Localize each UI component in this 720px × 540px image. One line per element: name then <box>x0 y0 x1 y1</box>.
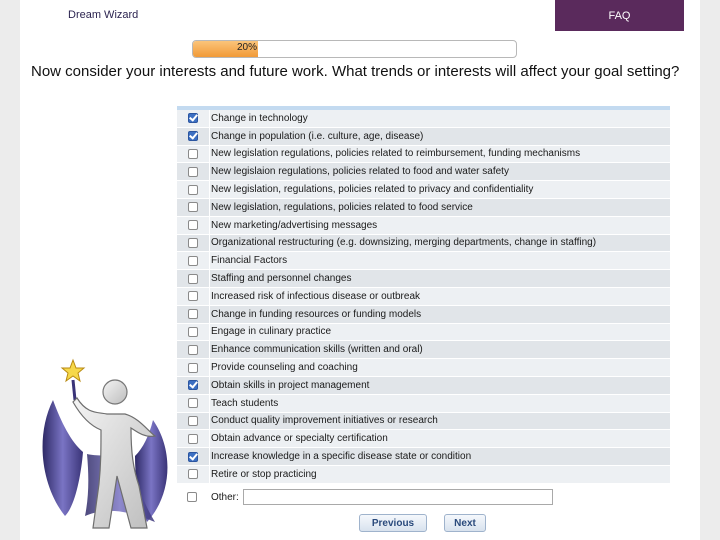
option-label: Change in population (i.e. culture, age,… <box>211 130 424 142</box>
option-label: Increased risk of infectious disease or … <box>211 290 420 302</box>
option-checkbox[interactable] <box>188 451 198 462</box>
checkbox-cell <box>177 181 210 198</box>
option-label: Organizational restructuring (e.g. downs… <box>211 237 597 249</box>
option-row[interactable]: New legislation regulations, policies re… <box>177 145 670 164</box>
option-checkbox[interactable] <box>188 184 198 195</box>
option-checkbox[interactable] <box>188 148 198 159</box>
wizard-figure-icon <box>42 358 168 529</box>
option-row[interactable]: Enhance communication skills (written an… <box>177 341 670 360</box>
option-row[interactable]: Financial Factors <box>177 252 670 271</box>
other-input[interactable] <box>242 489 553 505</box>
checkbox-cell <box>177 234 210 252</box>
option-label: Provide counseling and coaching <box>211 362 358 374</box>
checkbox-cell <box>177 270 210 287</box>
option-label: Financial Factors <box>211 255 288 267</box>
next-button[interactable]: Next <box>444 514 486 532</box>
progress-label: 20% <box>237 42 258 53</box>
app-title: Dream Wizard <box>68 9 139 21</box>
option-checkbox[interactable] <box>188 344 198 355</box>
other-row: Other: <box>187 489 553 505</box>
option-label: Staffing and personnel changes <box>211 273 352 285</box>
option-checkbox[interactable] <box>188 326 198 337</box>
option-label: Obtain advance or specialty certificatio… <box>211 433 388 445</box>
option-row[interactable]: Provide counseling and coaching <box>177 359 670 377</box>
option-checkbox[interactable] <box>188 237 198 248</box>
checkbox-cell <box>177 110 210 127</box>
option-label: New legislation, regulations, policies r… <box>211 201 473 213</box>
option-checkbox[interactable] <box>188 415 198 426</box>
previous-button[interactable]: Previous <box>359 514 427 532</box>
option-row[interactable]: Increase knowledge in a specific disease… <box>177 448 670 466</box>
option-label: New marketing/advertising messages <box>211 219 378 231</box>
checkbox-cell <box>177 198 210 216</box>
option-row[interactable]: Change in population (i.e. culture, age,… <box>177 127 670 146</box>
checkbox-cell <box>177 305 210 323</box>
option-checkbox[interactable] <box>188 398 198 409</box>
checkbox-cell <box>177 127 210 145</box>
option-checkbox[interactable] <box>188 433 198 444</box>
option-label: Conduct quality improvement initiatives … <box>211 415 438 427</box>
option-checkbox[interactable] <box>188 291 198 302</box>
progress-bar: 20% <box>192 40 517 58</box>
option-row[interactable]: Change in technology <box>177 110 670 128</box>
option-label: Teach students <box>211 397 279 409</box>
options-list: Change in technology Change in population… <box>177 106 670 484</box>
option-row[interactable]: New legislation, regulations, policies r… <box>177 198 670 217</box>
option-label: Obtain skills in project management <box>211 379 370 391</box>
faq-label: FAQ <box>608 9 631 22</box>
option-row[interactable]: Conduct quality improvement initiatives … <box>177 412 670 431</box>
option-label: Engage in culinary practice <box>211 326 332 338</box>
option-checkbox[interactable] <box>188 273 198 284</box>
option-checkbox[interactable] <box>188 362 198 373</box>
option-checkbox[interactable] <box>188 131 198 142</box>
checkbox-cell <box>177 323 210 341</box>
option-row[interactable]: Teach students <box>177 394 670 413</box>
option-label: New legislation, regulations, policies r… <box>211 184 534 196</box>
option-checkbox[interactable] <box>188 469 198 480</box>
checkbox-cell <box>177 145 210 163</box>
option-label: New legislation regulations, policies re… <box>211 148 581 160</box>
other-label: Other: <box>211 491 239 503</box>
option-label: Change in technology <box>211 112 308 124</box>
option-label: Increase knowledge in a specific disease… <box>211 451 472 463</box>
checkbox-cell <box>177 163 210 181</box>
option-row[interactable]: Staffing and personnel changes <box>177 270 670 288</box>
option-row[interactable]: Change in funding resources or funding m… <box>177 305 670 324</box>
option-label: Enhance communication skills (written an… <box>211 344 423 356</box>
option-checkbox[interactable] <box>188 255 198 266</box>
checkbox-cell <box>177 252 210 270</box>
option-row[interactable]: New legislaion regulations, policies rel… <box>177 163 670 182</box>
option-checkbox[interactable] <box>188 220 198 231</box>
option-checkbox[interactable] <box>188 202 198 213</box>
page: Dream Wizard FAQ 20% Now consider your i… <box>20 0 700 540</box>
option-checkbox[interactable] <box>188 113 198 124</box>
option-row[interactable]: Obtain skills in project management <box>177 376 670 395</box>
option-row[interactable]: New legislation, regulations, policies r… <box>177 181 670 199</box>
option-checkbox[interactable] <box>188 309 198 320</box>
option-row[interactable]: Obtain advance or specialty certificatio… <box>177 430 670 449</box>
option-row[interactable]: New marketing/advertising messages <box>177 216 670 235</box>
option-label: New legislaion regulations, policies rel… <box>211 166 509 178</box>
option-row[interactable]: Organizational restructuring (e.g. downs… <box>177 234 670 253</box>
checkbox-cell <box>177 216 210 234</box>
option-row[interactable]: Engage in culinary practice <box>177 323 670 342</box>
faq-tab[interactable]: FAQ <box>555 0 684 31</box>
option-checkbox[interactable] <box>188 380 198 391</box>
option-checkbox[interactable] <box>188 166 198 177</box>
option-row[interactable]: Increased risk of infectious disease or … <box>177 287 670 306</box>
option-label: Retire or stop practicing <box>211 468 317 480</box>
other-checkbox[interactable] <box>187 492 197 502</box>
option-row[interactable]: Retire or stop practicing <box>177 465 670 484</box>
option-label: Change in funding resources or funding m… <box>211 308 422 320</box>
checkbox-cell <box>177 287 210 305</box>
question-text: Now consider your interests and future w… <box>31 63 680 80</box>
